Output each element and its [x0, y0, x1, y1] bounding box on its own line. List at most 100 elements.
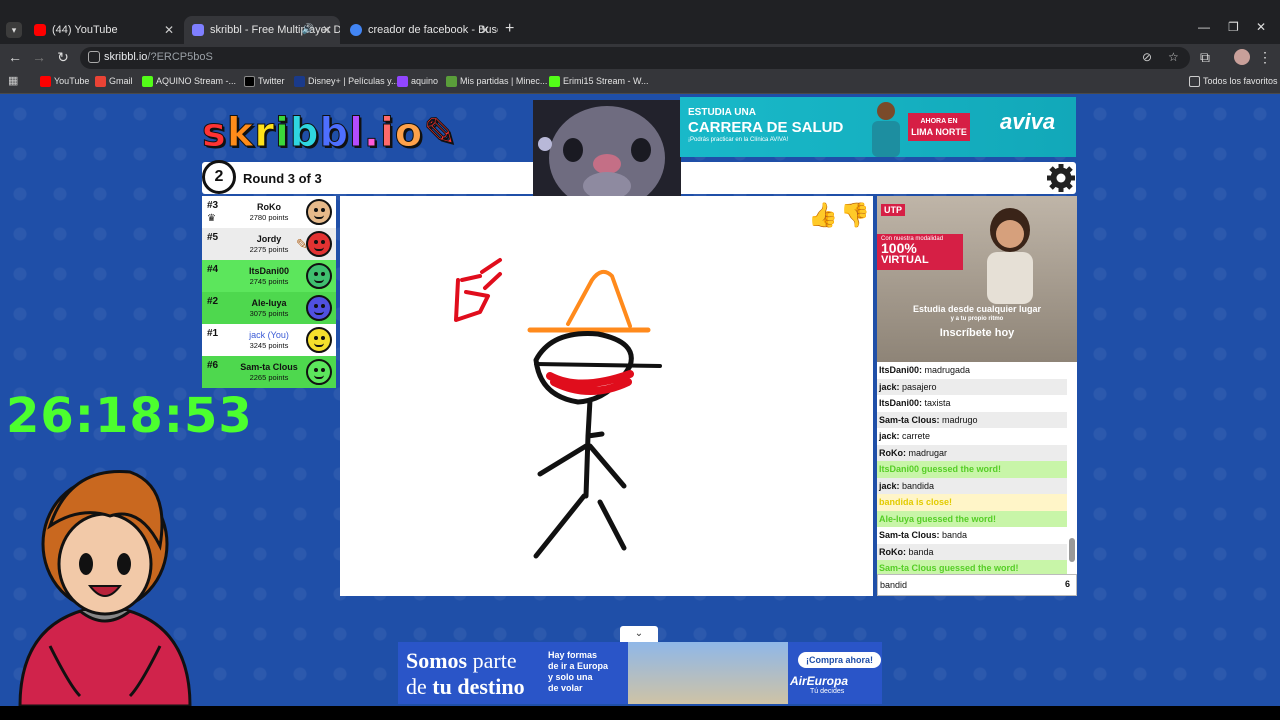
player-avatar — [306, 327, 332, 353]
player-points: 2275 points — [249, 245, 289, 254]
chat-guess-notice: Sam-ta Clous guessed the word! — [877, 560, 1067, 574]
ad-location-badge: AHORA EN LIMA NORTE — [908, 113, 970, 141]
tab-title: creador de facebook - Buscar c — [368, 24, 498, 36]
drawing-canvas[interactable] — [340, 196, 873, 596]
chat-log[interactable]: ItsDani00: madrugada jack: pasajero ItsDan… — [877, 362, 1077, 574]
tab-search-button[interactable]: ▾ — [6, 22, 22, 38]
chat-message: Sam-ta Clous: banda — [877, 527, 1067, 544]
close-icon[interactable]: ✕ — [164, 16, 174, 44]
profile-avatar[interactable] — [1234, 49, 1250, 65]
bookmark-label: aquino — [411, 76, 439, 86]
all-bookmarks[interactable]: Todos los favoritos — [1189, 76, 1278, 87]
reload-icon[interactable]: ↻ — [54, 49, 72, 66]
ad-banner-bottom[interactable]: Somos parte de tu destino Hay formas de … — [398, 642, 882, 704]
player-row[interactable]: #5 Jordy 2275 points ✎ — [202, 228, 336, 260]
player-row[interactable]: #6 Sam-ta Clous 2265 points — [202, 356, 336, 388]
skribbl-logo[interactable]: skribbl.io✎ — [202, 110, 458, 157]
close-icon[interactable]: ✕ — [322, 16, 332, 44]
ad-pill-bottom: LIMA NORTE — [911, 127, 967, 137]
player-name: Jordy — [256, 234, 282, 244]
kick-icon — [549, 76, 560, 87]
player-row[interactable]: #2 Ale-luya 3075 points — [202, 292, 336, 324]
chat-message: Sam-ta Clous: madrugo — [877, 411, 1067, 428]
ad-banner-side[interactable]: UTP Con nuestra modalidad 100% VIRTUAL E… — [877, 196, 1077, 362]
player-rank: #5 — [207, 232, 219, 243]
bookmark-aquino-stream[interactable]: AQUINO Stream -... — [142, 76, 237, 87]
bookmark-twitter[interactable]: Twitter — [244, 76, 285, 87]
bookmark-minecraft[interactable]: Mis partidas | Minec... — [446, 76, 547, 87]
chat-text: madrugar — [908, 447, 948, 458]
player-row[interactable]: #3 ♛ RoKo 2780 points — [202, 196, 336, 228]
chat-author: Sam-ta Clous: — [879, 414, 940, 425]
bookmark-label: Twitter — [258, 76, 285, 86]
chat-author: jack: — [879, 431, 900, 441]
collapse-ad-button[interactable]: ⌄ — [620, 626, 658, 642]
bookmark-disney[interactable]: Disney+ | Películas y... — [294, 76, 398, 87]
speaker-icon[interactable]: 🔊 — [302, 16, 314, 44]
tab-google-search[interactable]: creador de facebook - Buscar c ✕ — [342, 16, 498, 44]
minecraft-icon — [446, 76, 457, 87]
chat-text: madrugo — [942, 414, 978, 425]
chat-text: pasajero — [902, 381, 937, 392]
forward-arrow-icon[interactable]: → — [30, 49, 48, 65]
chat-author: ItsDani00: — [879, 398, 923, 408]
menu-icon[interactable]: ⋮ — [1256, 49, 1274, 66]
player-row[interactable]: #1 jack (You) 3245 points — [202, 324, 336, 356]
star-icon[interactable]: ☆ — [1168, 50, 1179, 64]
guess-input[interactable] — [880, 577, 1060, 593]
ad-banner-top[interactable]: ESTUDIA UNA CARRERA DE SALUD ¡Podrás pra… — [680, 97, 1076, 157]
eye-slash-icon[interactable]: ⊘ — [1142, 50, 1152, 64]
ad-headline-c: de — [406, 674, 427, 699]
restore-icon[interactable]: ❐ — [1228, 20, 1239, 34]
settings-gear-button[interactable] — [1046, 163, 1076, 193]
thumbs-up-button[interactable]: 👍 — [808, 201, 838, 230]
tab-skribbl[interactable]: skribbl - Free Multiplayer Dr 🔊 ✕ — [184, 16, 340, 44]
player-row[interactable]: #4 ItsDani00 2745 points — [202, 260, 336, 292]
bookmark-label: AQUINO Stream -... — [156, 76, 237, 86]
bookmark-gmail[interactable]: Gmail — [95, 76, 133, 87]
hamster-cam-image — [533, 100, 681, 202]
stream-timer: 26:18:53 — [6, 388, 253, 444]
chat-guess-notice: Ale-luya guessed the word! — [877, 510, 1067, 527]
chat-author: jack: — [879, 480, 900, 491]
thumbs-down-button[interactable]: 👎 — [840, 201, 870, 230]
bookmark-youtube[interactable]: YouTube — [40, 76, 89, 87]
ad-headline-a: Somos — [406, 648, 468, 673]
chat-text: Sam-ta Clous guessed the word! — [879, 563, 1019, 573]
chat-text: bandida is close! — [879, 497, 953, 507]
window-close-icon[interactable]: ✕ — [1256, 20, 1266, 34]
ad-cta-button[interactable]: ¡Compra ahora! — [798, 652, 882, 668]
back-arrow-icon[interactable]: ← — [6, 49, 24, 65]
chat-text: Ale-luya guessed the word! — [879, 513, 997, 524]
address-bar[interactable]: skribbl.io/?ERCP5boS ⊘ ☆ — [80, 47, 1190, 69]
ad-red-box: Con nuestra modalidad 100% VIRTUAL — [877, 234, 963, 270]
ad-mid-text: VIRTUAL — [881, 254, 929, 266]
chat-scrollbar[interactable] — [1068, 366, 1076, 572]
chat-input-box[interactable]: 6 — [877, 574, 1077, 596]
new-tab-button[interactable]: + — [505, 20, 514, 38]
youtube-icon — [40, 76, 51, 87]
tab-strip: ▾ (44) YouTube ✕ skribbl - Free Multipla… — [0, 0, 1280, 44]
close-icon[interactable]: ✕ — [480, 16, 490, 44]
bookmark-label: Erimi15 Stream - W... — [563, 76, 649, 86]
apps-grid-icon[interactable]: ▦ — [8, 74, 18, 87]
student-photo — [987, 208, 1033, 304]
ad-cta: Inscríbete hoy — [939, 327, 1015, 339]
chat-close-notice: bandida is close! — [877, 494, 1067, 511]
folder-icon — [1189, 76, 1200, 87]
youtube-icon — [34, 24, 46, 36]
chat-message: RoKo: madrugar — [877, 444, 1067, 461]
player-points: 2265 points — [249, 373, 289, 382]
bookmark-aquino[interactable]: aquino — [397, 76, 439, 87]
chat-text: bandida — [902, 480, 935, 491]
extensions-icon[interactable]: ⧉ — [1196, 49, 1214, 66]
minimize-icon[interactable]: — — [1198, 20, 1210, 34]
tab-youtube[interactable]: (44) YouTube ✕ — [26, 16, 182, 44]
crown-icon: ♛ — [207, 213, 216, 224]
site-info-icon[interactable] — [88, 51, 100, 63]
chat-message: RoKo: banda — [877, 543, 1067, 560]
player-name: Ale-luya — [251, 298, 287, 308]
chat-scroll-thumb[interactable] — [1069, 538, 1075, 562]
bookmark-erimi15[interactable]: Erimi15 Stream - W... — [549, 76, 649, 87]
chat-text: taxista — [924, 398, 951, 408]
